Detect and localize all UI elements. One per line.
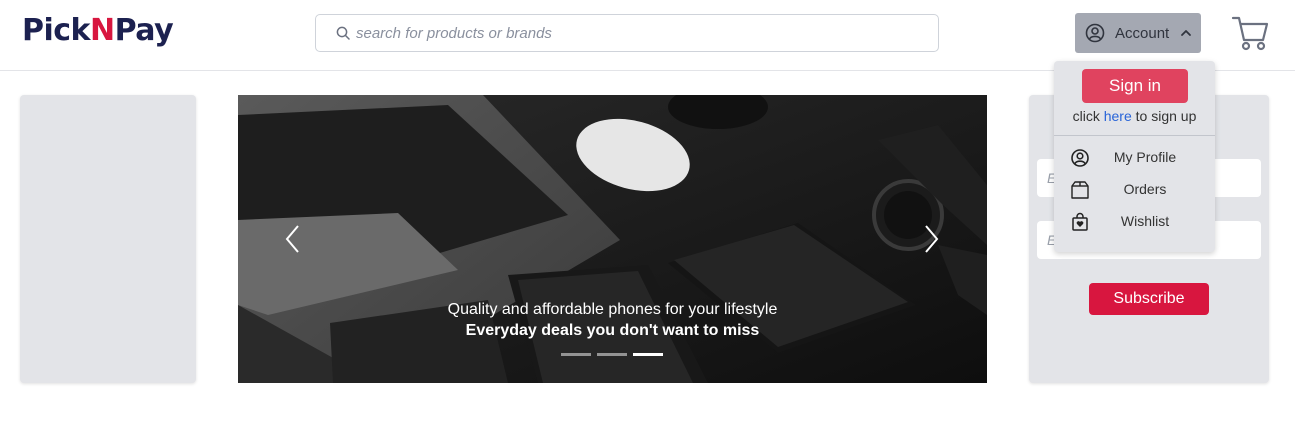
carousel-prev-arrow-icon[interactable]: [282, 223, 304, 255]
chevron-up-icon: [1181, 30, 1191, 36]
user-circle-icon: [1071, 149, 1089, 167]
carousel-indicator-3[interactable]: [633, 353, 663, 356]
account-label: Account: [1115, 25, 1170, 42]
hero-carousel: Quality and affordable phones for your l…: [238, 95, 987, 383]
carousel-indicator-2[interactable]: [597, 353, 627, 356]
account-dropdown-menu: Sign in click here to sign up My Profile…: [1054, 61, 1215, 252]
logo-text-pick: Pick: [22, 13, 91, 48]
sign-up-prompt: click here to sign up: [1054, 108, 1215, 124]
sign-up-suffix: to sign up: [1131, 108, 1197, 124]
left-sidebar-panel: [20, 95, 196, 383]
subscribe-button[interactable]: Subscribe: [1089, 283, 1209, 315]
account-button[interactable]: Account: [1075, 13, 1201, 53]
carousel-indicator-1[interactable]: [561, 353, 591, 356]
menu-item-wishlist[interactable]: Wishlist: [1054, 210, 1215, 234]
search-icon: [336, 26, 350, 40]
carousel-next-arrow-icon[interactable]: [920, 223, 942, 255]
menu-item-orders[interactable]: Orders: [1054, 178, 1215, 202]
logo-text-pay: Pay: [114, 13, 174, 48]
carousel-caption-line2: Everyday deals you don't want to miss: [465, 322, 760, 339]
logo[interactable]: PickNPay: [22, 13, 174, 48]
menu-item-label: My Profile: [1113, 149, 1177, 165]
menu-item-label: Wishlist: [1120, 213, 1170, 229]
carousel-caption-line1: Quality and affordable phones for your l…: [447, 301, 778, 318]
heart-bag-icon: [1072, 212, 1088, 231]
sign-in-button[interactable]: Sign in: [1082, 69, 1188, 103]
logo-text-n: N: [90, 13, 115, 48]
box-icon: [1071, 181, 1089, 199]
carousel-indicators: [561, 353, 663, 356]
sign-up-link[interactable]: here: [1104, 108, 1132, 124]
dropdown-divider: [1054, 135, 1215, 136]
menu-item-label: Orders: [1123, 181, 1167, 197]
search-bar[interactable]: [315, 14, 939, 52]
user-circle-icon: [1085, 23, 1105, 43]
menu-item-my-profile[interactable]: My Profile: [1054, 146, 1215, 170]
sign-up-prefix: click: [1072, 108, 1104, 124]
search-input[interactable]: [356, 21, 916, 45]
cart-icon[interactable]: [1230, 14, 1270, 54]
